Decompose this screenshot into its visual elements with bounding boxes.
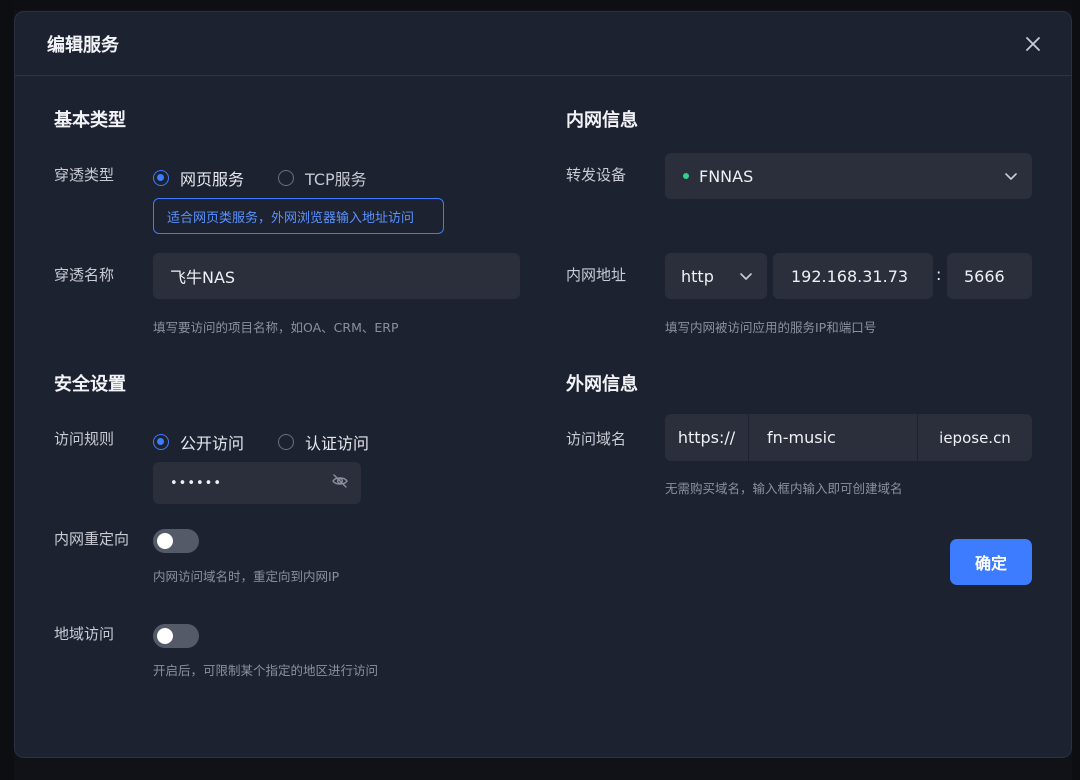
- dialog-header: 编辑服务: [15, 12, 1071, 76]
- address-label: 内网地址: [566, 266, 627, 284]
- radio-web-service-label: 网页服务: [180, 170, 245, 189]
- region-hint: 开启后，可限制某个指定的地区进行访问: [153, 663, 379, 678]
- port-input-value: 5666: [964, 266, 1005, 286]
- name-input-value: 飞牛NAS: [170, 268, 236, 287]
- radio-tcp-service-label: TCP服务: [305, 170, 367, 189]
- region-label: 地域访问: [54, 625, 115, 643]
- name-hint: 填写要访问的项目名称，如OA、CRM、ERP: [153, 320, 399, 335]
- device-label: 转发设备: [566, 166, 627, 184]
- name-label: 穿透名称: [54, 266, 115, 284]
- domain-hint: 无需购买域名，输入框内输入即可创建域名: [665, 481, 903, 496]
- domain-label: 访问域名: [566, 430, 627, 448]
- close-button[interactable]: [1019, 30, 1047, 58]
- port-separator: :: [936, 265, 942, 284]
- domain-prefix: https://: [665, 414, 749, 461]
- extranet-section-title: 外网信息: [566, 374, 638, 395]
- radio-unchecked-icon: [278, 434, 295, 450]
- status-dot-icon: [683, 173, 689, 179]
- domain-input-value: fn-music: [767, 428, 836, 447]
- redirect-toggle[interactable]: [153, 529, 199, 553]
- domain-input-group: https:// fn-music iepose.cn: [665, 414, 1032, 461]
- edit-service-dialog: 编辑服务 基本类型 穿透类型 网页服务 TCP服务 适合网页类服务，外网浏览器输…: [14, 11, 1072, 758]
- background-left-edge: [0, 0, 14, 780]
- ip-input-value: 192.168.31.73: [791, 266, 909, 286]
- type-radio-group: 网页服务 TCP服务: [153, 166, 401, 190]
- intranet-section-title: 内网信息: [566, 110, 638, 131]
- eye-off-icon: [332, 474, 348, 488]
- password-input-value: ••••••: [170, 475, 223, 491]
- background-right-edge: [1072, 0, 1080, 780]
- radio-checked-icon: [153, 434, 169, 450]
- security-section-title: 安全设置: [54, 374, 126, 395]
- type-info-tip: 适合网页类服务，外网浏览器输入地址访问: [153, 198, 444, 234]
- radio-auth-access-label: 认证访问: [305, 434, 370, 453]
- rule-radio-group: 公开访问 认证访问: [153, 430, 403, 454]
- toggle-visibility-button[interactable]: [331, 472, 349, 494]
- device-select-value: FNNAS: [699, 166, 754, 186]
- domain-suffix: iepose.cn: [939, 428, 1011, 447]
- region-toggle[interactable]: [153, 624, 199, 648]
- radio-unchecked-icon: [278, 170, 295, 186]
- radio-public-access[interactable]: 公开访问: [153, 430, 244, 454]
- radio-tcp-service[interactable]: TCP服务: [278, 166, 367, 190]
- chevron-down-icon: [1005, 173, 1017, 180]
- rule-label: 访问规则: [54, 430, 115, 448]
- confirm-button[interactable]: 确定: [950, 539, 1032, 585]
- radio-checked-icon: [153, 170, 169, 186]
- close-icon: [1026, 36, 1040, 51]
- device-select[interactable]: FNNAS: [665, 153, 1032, 199]
- password-input[interactable]: ••••••: [153, 462, 361, 504]
- domain-input[interactable]: fn-music: [749, 414, 918, 461]
- address-hint: 填写内网被访问应用的服务IP和端口号: [665, 320, 877, 335]
- ip-input[interactable]: 192.168.31.73: [773, 253, 933, 299]
- type-label: 穿透类型: [54, 166, 115, 184]
- port-input[interactable]: 5666: [947, 253, 1032, 299]
- name-input[interactable]: 飞牛NAS: [153, 253, 520, 299]
- protocol-select[interactable]: http: [665, 253, 767, 299]
- background-header: [0, 0, 1080, 10]
- radio-web-service[interactable]: 网页服务: [153, 166, 244, 190]
- dialog-title: 编辑服务: [47, 34, 119, 56]
- redirect-label: 内网重定向: [54, 530, 130, 548]
- basic-section-title: 基本类型: [54, 110, 126, 131]
- protocol-select-value: http: [681, 266, 714, 286]
- chevron-down-icon: [740, 273, 752, 280]
- device-select-value-wrap: FNNAS: [683, 167, 753, 186]
- redirect-hint: 内网访问域名时，重定向到内网IP: [153, 569, 340, 584]
- radio-auth-access[interactable]: 认证访问: [278, 430, 369, 454]
- radio-public-access-label: 公开访问: [180, 434, 245, 453]
